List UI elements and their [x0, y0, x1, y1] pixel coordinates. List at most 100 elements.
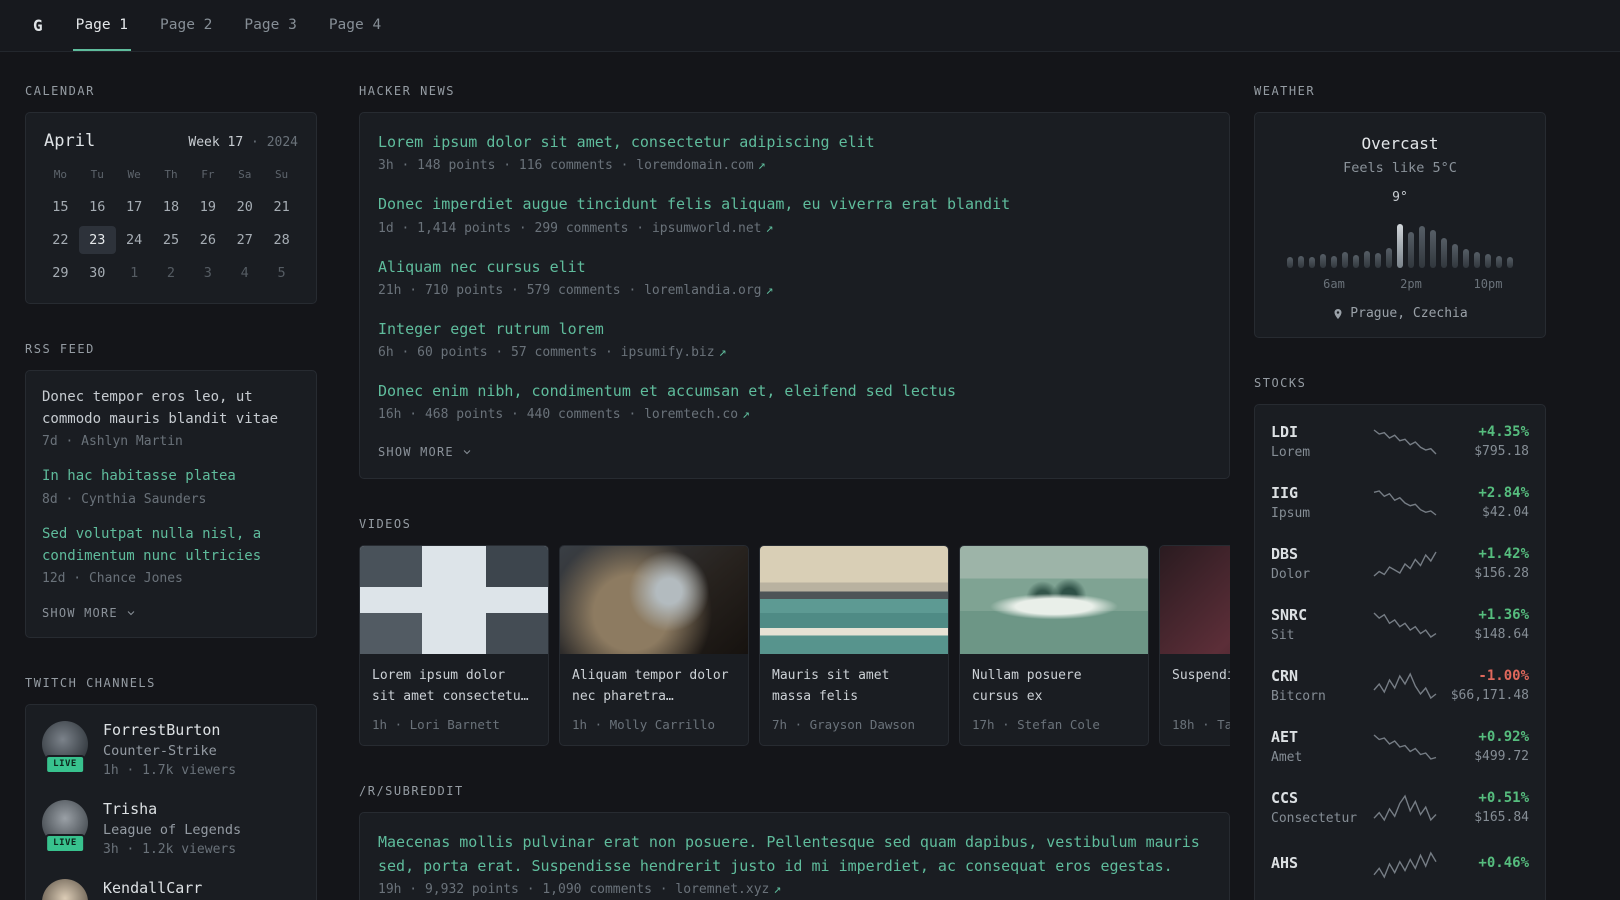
- calendar-day[interactable]: 4: [226, 259, 263, 287]
- calendar-day[interactable]: 28: [263, 226, 300, 254]
- tab-page-1[interactable]: Page 1: [72, 0, 132, 51]
- stock-row[interactable]: DBS Dolor +1.42% $156.28: [1271, 545, 1529, 582]
- hn-item-title[interactable]: Lorem ipsum dolor sit amet, consectetur …: [378, 133, 875, 151]
- calendar-day[interactable]: 21: [263, 193, 300, 221]
- hn-item-domain[interactable]: loremlandia.org ↗: [644, 283, 773, 298]
- videos-row: Lorem ipsum dolor sit amet consectetu… 1…: [359, 545, 1230, 747]
- hackernews-show-more-button[interactable]: SHOW MORE: [378, 445, 473, 459]
- rss-item-title[interactable]: Sed volutpat nulla nisl, a condimentum n…: [42, 524, 300, 567]
- rss-item-title[interactable]: Donec tempor eros leo, ut commodo mauris…: [42, 387, 300, 430]
- stocks-card: LDI Lorem +4.35% $795.18 IIG Ipsum +2.84…: [1254, 404, 1546, 900]
- stock-row[interactable]: CCS Consectetur +0.51% $165.84: [1271, 789, 1529, 826]
- stock-symbol: DBS: [1271, 545, 1299, 563]
- stock-change: +1.42%: [1478, 546, 1529, 562]
- video-card[interactable]: Lorem ipsum dolor sit amet consectetu… 1…: [359, 545, 549, 747]
- external-link-icon: ↗: [773, 881, 782, 897]
- channel-avatar-wrap: [42, 879, 88, 900]
- hn-item-domain[interactable]: ipsumworld.net ↗: [652, 221, 773, 236]
- channel-info: ForrestBurton Counter-Strike 1h · 1.7k v…: [103, 721, 236, 778]
- hn-item-domain[interactable]: ipsumify.biz ↗: [621, 345, 727, 360]
- hn-item: Lorem ipsum dolor sit amet, consectetur …: [378, 131, 1211, 173]
- stock-row[interactable]: AET Amet +0.92% $499.72: [1271, 728, 1529, 765]
- calendar-dow: Mo: [53, 168, 68, 181]
- stock-row[interactable]: SNRC Sit +1.36% $148.64: [1271, 606, 1529, 643]
- stock-values: +1.42% $156.28: [1445, 546, 1529, 581]
- weather-bar: [1408, 232, 1414, 268]
- rss-widget: RSS FEED Donec tempor eros leo, ut commo…: [25, 342, 317, 639]
- calendar-day[interactable]: 23: [78, 226, 116, 254]
- calendar-day[interactable]: 2: [153, 259, 190, 287]
- video-body: Aliquam tempor dolor nec pharetra… 1h · …: [560, 654, 748, 745]
- left-column: CALENDAR April Week 17 · 2024 Mo Tu We Th Fr…: [25, 84, 317, 900]
- calendar-day[interactable]: 15: [42, 193, 79, 221]
- calendar-day[interactable]: 1: [116, 259, 153, 287]
- calendar-day[interactable]: 20: [226, 193, 263, 221]
- calendar-day[interactable]: 18: [153, 193, 190, 221]
- stock-price: $499.72: [1474, 749, 1529, 764]
- calendar-day[interactable]: 24: [116, 226, 153, 254]
- hn-item-title[interactable]: Donec imperdiet augue tincidunt felis al…: [378, 195, 1010, 213]
- stock-price: $66,171.48: [1450, 688, 1529, 703]
- rss-item-title[interactable]: In hac habitasse platea: [42, 466, 300, 488]
- hn-item-title[interactable]: Donec enim nibh, condimentum et accumsan…: [378, 382, 956, 400]
- video-title[interactable]: Aliquam tempor dolor nec pharetra…: [572, 665, 736, 708]
- calendar-dow: Fr: [201, 168, 215, 181]
- weather-bar: [1309, 257, 1315, 268]
- calendar-day[interactable]: 26: [189, 226, 226, 254]
- calendar-day[interactable]: 27: [226, 226, 263, 254]
- tab-page-4[interactable]: Page 4: [326, 0, 384, 51]
- video-title[interactable]: Nullam posuere cursus ex: [972, 665, 1136, 708]
- calendar-day[interactable]: 29: [42, 259, 79, 287]
- subreddit-card: Maecenas mollis pulvinar erat non posuer…: [359, 812, 1230, 900]
- video-card[interactable]: Nullam posuere cursus ex 17h · Stefan Co…: [959, 545, 1149, 747]
- calendar-day[interactable]: 19: [189, 193, 226, 221]
- rss-card: Donec tempor eros leo, ut commodo mauris…: [25, 370, 317, 639]
- rss-show-more-button[interactable]: SHOW MORE: [42, 606, 137, 620]
- twitch-channel[interactable]: KendallCarr: [42, 879, 300, 900]
- tab-page-2[interactable]: Page 2: [157, 0, 215, 51]
- calendar-day[interactable]: 25: [153, 226, 190, 254]
- weather-bar: [1364, 251, 1370, 268]
- weather-time-labels: 6am 2pm 10pm: [1271, 277, 1529, 293]
- twitch-channel[interactable]: LIVE ForrestBurton Counter-Strike 1h · 1…: [42, 721, 300, 778]
- calendar-day[interactable]: 22: [42, 226, 79, 254]
- video-title[interactable]: Lorem ipsum dolor sit amet consectetu…: [372, 665, 536, 708]
- video-title[interactable]: Suspendisse diam: [1172, 665, 1230, 708]
- subreddit-item-domain[interactable]: loremnet.xyz ↗: [675, 882, 781, 897]
- app-logo[interactable]: G: [33, 0, 43, 51]
- calendar-card: April Week 17 · 2024 Mo Tu We Th Fr Sa Su 15 16 1…: [25, 112, 317, 304]
- page-tabs: Page 1 Page 2 Page 3 Page 4: [72, 0, 411, 51]
- weather-feels-like: Feels like 5°C: [1343, 160, 1457, 176]
- calendar-day[interactable]: 17: [116, 193, 153, 221]
- video-thumbnail: [360, 546, 548, 655]
- calendar-day[interactable]: 16: [79, 193, 116, 221]
- stock-symbol: CRN: [1271, 667, 1299, 685]
- stock-row[interactable]: IIG Ipsum +2.84% $42.04: [1271, 484, 1529, 521]
- calendar-day[interactable]: 5: [263, 259, 300, 287]
- tab-page-3[interactable]: Page 3: [241, 0, 299, 51]
- calendar-day[interactable]: 3: [189, 259, 226, 287]
- hn-item-title[interactable]: Integer eget rutrum lorem: [378, 320, 604, 338]
- stock-row[interactable]: LDI Lorem +4.35% $795.18: [1271, 423, 1529, 460]
- subreddit-item-title[interactable]: Maecenas mollis pulvinar erat non posuer…: [378, 833, 1200, 874]
- rss-item-meta: 7d · Ashlyn Martin: [42, 434, 183, 450]
- twitch-channel[interactable]: LIVE Trisha League of Legends 3h · 1.2k …: [42, 800, 300, 857]
- stock-row[interactable]: CRN Bitcorn -1.00% $66,171.48: [1271, 667, 1529, 704]
- stock-row[interactable]: AHS +0.46%: [1271, 850, 1529, 880]
- video-card[interactable]: Suspendisse diam 18h · Tara: [1159, 545, 1230, 747]
- hn-item-domain[interactable]: loremtech.co ↗: [644, 407, 750, 422]
- hn-item-title[interactable]: Aliquam nec cursus elit: [378, 258, 586, 276]
- calendar-day[interactable]: 30: [79, 259, 116, 287]
- video-card[interactable]: Aliquam tempor dolor nec pharetra… 1h · …: [559, 545, 749, 747]
- video-card[interactable]: Mauris sit amet massa felis 7h · Grayson…: [759, 545, 949, 747]
- weather-bar: [1496, 256, 1502, 268]
- weather-bar: [1386, 248, 1392, 268]
- twitch-card: LIVE ForrestBurton Counter-Strike 1h · 1…: [25, 704, 317, 900]
- hn-item-domain[interactable]: loremdomain.com ↗: [636, 158, 765, 173]
- stock-symbol: AHS: [1271, 854, 1299, 872]
- video-title[interactable]: Mauris sit amet massa felis: [772, 665, 936, 708]
- chevron-down-icon: [463, 450, 471, 455]
- stock-values: +1.36% $148.64: [1445, 607, 1529, 642]
- external-link-icon: ↗: [757, 158, 766, 174]
- weather-location: Prague, Czechia: [1271, 306, 1529, 321]
